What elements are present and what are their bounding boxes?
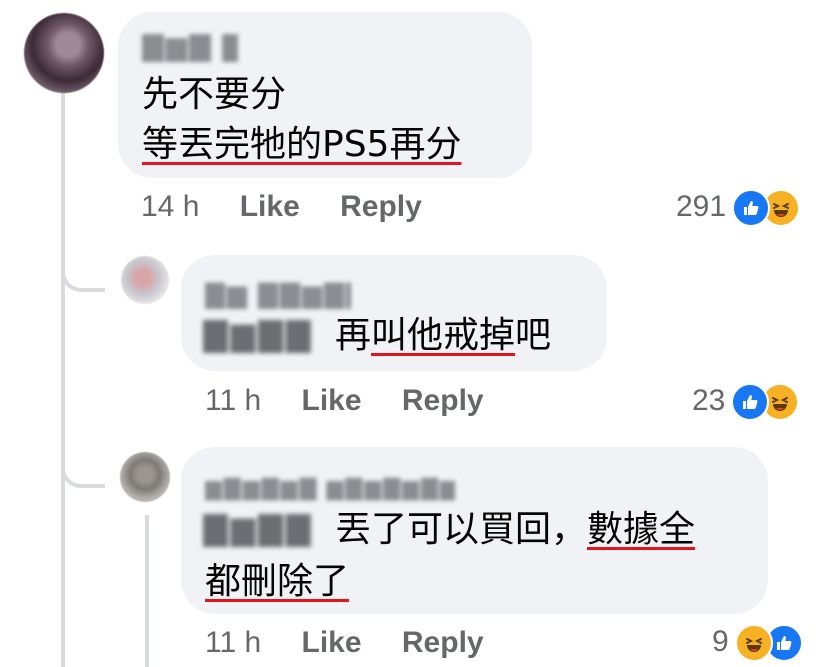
timestamp[interactable]: 11 h bbox=[205, 626, 261, 659]
like-button[interactable]: Like bbox=[302, 626, 362, 659]
comment-bubble: ▇▆ ▇▇▆▇▇ ▇▆▇▇ 再叫他戒掉吧 bbox=[181, 255, 607, 371]
comment-meta: 11 h Like Reply bbox=[205, 625, 484, 661]
comment-bubble: ▇▆▇ ▇ 先不要分 等丟完牠的PS5再分 bbox=[118, 12, 532, 178]
comment-thread: ▇▆▇ ▇ 先不要分 等丟完牠的PS5再分 14 h Like Reply 29… bbox=[0, 0, 828, 667]
avatar[interactable] bbox=[24, 13, 104, 93]
reply-button[interactable]: Reply bbox=[340, 190, 422, 223]
reaction-summary[interactable]: 291 bbox=[676, 187, 801, 227]
reaction-count: 23 bbox=[692, 384, 726, 417]
timestamp[interactable]: 11 h bbox=[205, 384, 261, 417]
underlined-text: 都刪除了 bbox=[205, 561, 350, 602]
commenter-name[interactable]: ▇▆ ▇▇▆▇▇ bbox=[205, 279, 351, 309]
reaction-icons bbox=[732, 189, 801, 227]
comment-text-plain: 丟了可以買回， bbox=[335, 509, 588, 550]
reply-button[interactable]: Reply bbox=[402, 384, 484, 417]
timestamp[interactable]: 14 h bbox=[141, 190, 199, 223]
thread-connector bbox=[61, 462, 105, 488]
underlined-text: 數據全 bbox=[587, 509, 696, 550]
tagged-user[interactable]: ▇▆▇▇ bbox=[203, 315, 329, 357]
reply-button[interactable]: Reply bbox=[402, 626, 484, 659]
reaction-summary[interactable]: 9 bbox=[712, 622, 803, 662]
comment-text: 先不要分 bbox=[142, 74, 287, 115]
tagged-user[interactable]: ▇▆▇▇ bbox=[203, 509, 323, 551]
reaction-icons bbox=[731, 383, 800, 421]
like-icon bbox=[732, 189, 771, 227]
thread-connector bbox=[61, 266, 105, 292]
like-icon bbox=[731, 383, 770, 421]
reaction-icons bbox=[734, 624, 803, 662]
commenter-name[interactable]: ▇▆▇ ▇ bbox=[142, 30, 238, 62]
avatar[interactable] bbox=[121, 256, 169, 304]
reaction-summary[interactable]: 23 bbox=[692, 381, 800, 421]
thread-line bbox=[145, 515, 149, 667]
comment-meta: 11 h Like Reply bbox=[205, 383, 484, 419]
reaction-count: 9 bbox=[712, 625, 729, 658]
haha-icon bbox=[734, 624, 773, 662]
avatar[interactable] bbox=[120, 452, 170, 502]
comment-text-plain: 吧 bbox=[515, 315, 552, 356]
underlined-text: 等丟完牠的PS5再分 bbox=[142, 124, 462, 165]
comment-bubble: ▆▇▆▇▆▇ ▆▇▆▇▆▇▆ ▇▆▇▇ 丟了可以買回，數據全 都刪除了 bbox=[181, 447, 768, 614]
reaction-count: 291 bbox=[676, 190, 727, 223]
underlined-text: 叫他戒掉 bbox=[371, 315, 516, 356]
comment-meta: 14 h Like Reply bbox=[141, 189, 422, 225]
like-button[interactable]: Like bbox=[302, 384, 362, 417]
comment-text: 再叫他戒掉吧 bbox=[335, 311, 551, 361]
comment-text-line: 都刪除了 bbox=[205, 557, 349, 607]
comment-text: 丟了可以買回，數據全 bbox=[335, 505, 695, 555]
commenter-name[interactable]: ▆▇▆▇▆▇ ▆▇▆▇▆▇▆ bbox=[205, 475, 455, 501]
thread-line bbox=[61, 92, 65, 667]
comment-text-plain: 再 bbox=[335, 315, 372, 356]
comment-text-line: 等丟完牠的PS5再分 bbox=[142, 120, 461, 170]
like-button[interactable]: Like bbox=[240, 190, 300, 223]
